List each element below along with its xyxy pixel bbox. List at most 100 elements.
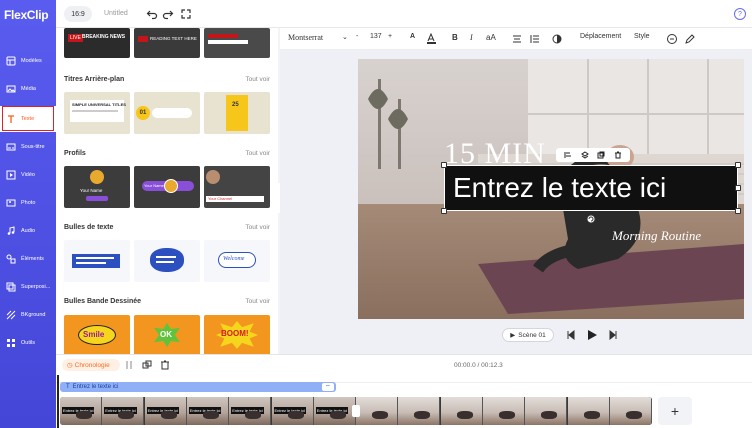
aspect-ratio-button[interactable]: 16:9 [64,6,92,22]
video-preview[interactable]: 15 MIN Entrez le texte ici Morning Routi… [358,59,744,319]
bubble-thumb-3[interactable]: Welcome [204,240,270,282]
video-frame [525,397,568,425]
highlight-icon[interactable] [426,33,437,44]
title-thumb-3[interactable]: 25 [204,92,270,134]
font-color-icon[interactable]: A [410,33,415,40]
resize-handle[interactable] [441,208,447,214]
chronology-button[interactable]: ◷ Chronologie [62,359,120,371]
nav-item-label: Média [21,86,36,92]
section-title-text-bubbles: Bulles de texte [64,224,114,231]
nav-item-10[interactable]: Outils [0,330,56,356]
scene-button[interactable]: ▶ Scène 01 [502,328,554,342]
background-icon [6,310,16,320]
see-all-link[interactable]: Tout voir [245,298,270,305]
playhead[interactable] [57,375,59,428]
nav-item-7[interactable]: Éléments [0,246,56,272]
font-size-decrease[interactable]: - [356,33,358,40]
audio-icon [7,226,15,235]
template-thumb-reading[interactable]: READING TEXT HERE [134,28,200,58]
see-all-link[interactable]: Tout voir [245,76,270,83]
title-thumb-2[interactable]: 01 [134,92,200,134]
template-thumb-3[interactable] [204,28,270,58]
timeline: ◷ Chronologie 00:00.0 / 00:12.3 T Entrez… [56,354,752,428]
comic-thumb-3[interactable]: BOOM! [204,315,270,354]
resize-handle[interactable] [735,162,741,168]
bubble-thumb-2[interactable] [134,240,200,282]
photo-icon [6,199,16,207]
delete-icon[interactable] [614,151,622,159]
bubble-thumb-1[interactable] [64,240,130,282]
frame-figure [245,411,262,419]
frame-figure [414,411,431,419]
frame-figure [372,411,389,419]
bold-button[interactable]: B [452,33,458,42]
nav-item-2[interactable]: Texte [0,106,56,132]
redo-icon[interactable] [162,8,174,20]
text-track-label: Entrez le texte ici [72,384,119,390]
chevron-down-icon[interactable]: ⌄ [342,33,348,41]
pen-icon[interactable] [684,33,696,45]
track-handle-icon[interactable]: ⇔ [322,383,334,391]
selected-text-box[interactable]: Entrez le texte ici [444,165,738,211]
delete-icon[interactable] [160,360,170,370]
font-family-select[interactable]: Montserrat [288,33,323,42]
player-controls: ▶ Scène 01 [502,326,642,344]
comic-thumb-1[interactable]: Smile [64,315,130,354]
nav-item-0[interactable]: Modèles [0,48,56,74]
video-track[interactable]: Entrez le texte iciEntrez le texte iciEn… [60,397,652,425]
nav-item-3[interactable]: Sous-titre [0,134,56,160]
resize-handle[interactable] [441,162,447,168]
see-all-link[interactable]: Tout voir [245,224,270,231]
title-thumb-1[interactable]: SIMPLE UNIVERSAL TITLES [64,92,130,134]
play-small-icon: ▶ [510,332,516,339]
video-frame [609,397,652,425]
opacity-icon[interactable] [552,34,562,44]
undo-icon[interactable] [146,8,158,20]
nav-item-8[interactable]: Superposi... [0,274,56,300]
nav-item-5[interactable]: Photo [0,190,56,216]
move-animation-button[interactable]: Déplacement [580,33,621,40]
font-size-increase[interactable]: + [388,33,392,40]
nav-item-4[interactable]: Vidéo [0,162,56,188]
overlay-icon [6,282,16,292]
profile-thumb-3[interactable]: Your Channel [204,166,270,208]
resize-handle[interactable] [735,185,741,191]
template-thumb-breaking[interactable]: LIVE BREAKING NEWS [64,28,130,58]
rotate-icon[interactable] [586,214,596,224]
font-size-input[interactable]: 137 [370,33,382,40]
comic-thumb-2[interactable]: OK [134,315,200,354]
duplicate-icon[interactable] [597,151,605,159]
spacing-icon[interactable] [530,34,540,44]
nav-item-9[interactable]: BKground [0,302,56,328]
align-icon[interactable] [564,151,572,159]
profile-thumb-1[interactable]: Your Name [64,166,130,208]
fullscreen-icon[interactable] [180,8,192,20]
style-button[interactable]: Style [634,33,650,40]
italic-button[interactable]: I [470,33,473,42]
align-icon[interactable] [512,34,522,44]
text-case-button[interactable]: aA [486,33,496,42]
resize-handle[interactable] [735,208,741,214]
play-icon[interactable] [586,329,598,341]
text-track-clip[interactable]: T Entrez le texte ici ⇔ [60,382,336,392]
transition-marker[interactable] [352,405,360,417]
nav-item-label: Audio [21,228,36,234]
see-all-link[interactable]: Tout voir [245,150,270,157]
next-icon[interactable] [608,330,618,340]
layers-icon[interactable] [580,151,589,159]
help-icon[interactable]: ? [734,8,746,20]
add-clip-button[interactable]: + [658,397,692,425]
section-title-comic-bubbles: Bulles Bande Dessinée [64,298,142,305]
project-title[interactable]: Untitled [104,10,128,17]
duplicate-icon[interactable] [142,360,152,370]
split-icon[interactable] [124,360,134,370]
text-icon [8,115,14,123]
profile-thumb-2[interactable]: Your Name [134,166,200,208]
subtitle-text-morning[interactable]: Morning Routine [612,228,701,244]
link-icon[interactable] [666,33,678,45]
frame-figure [202,411,219,419]
nav-item-1[interactable]: Média [0,76,56,102]
top-bar: 16:9 Untitled ? [56,0,752,28]
previous-icon[interactable] [566,330,576,340]
nav-item-6[interactable]: Audio [0,218,56,244]
